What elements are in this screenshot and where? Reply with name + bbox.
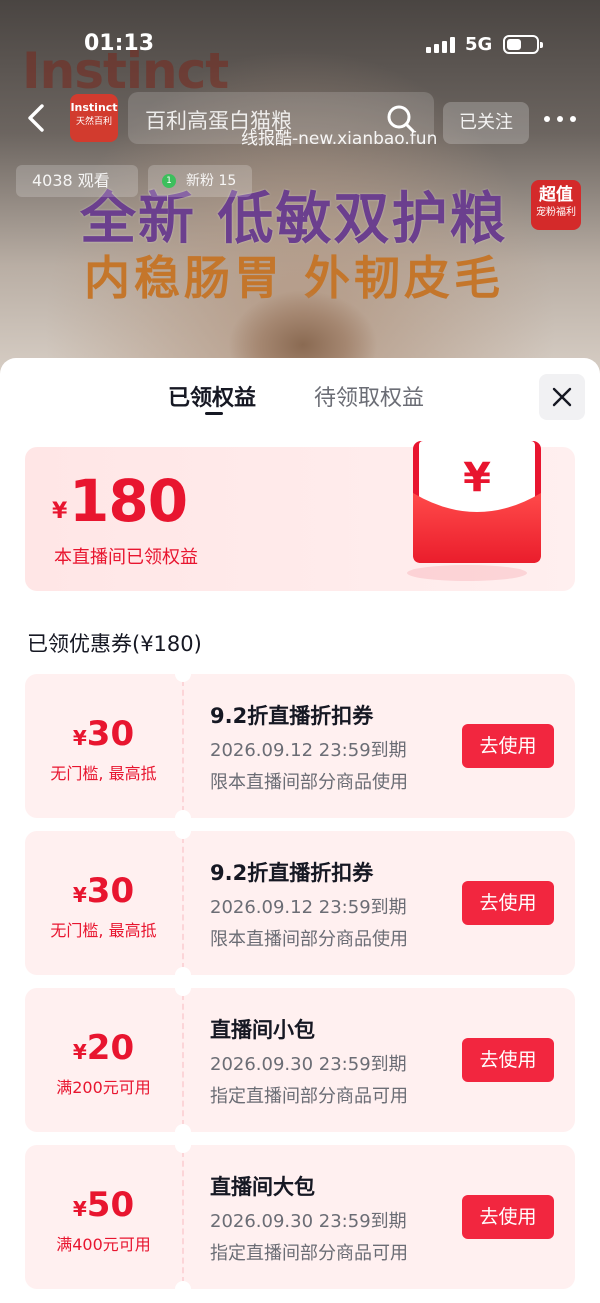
- coupon-condition: 满200元可用: [56, 1078, 151, 1097]
- rank-icon: 1: [162, 174, 176, 188]
- coupon-condition: 无门槛, 最高抵: [50, 921, 157, 940]
- status-time: 01:13: [84, 31, 155, 56]
- shop-avatar[interactable]: Instinct 天然百利: [70, 94, 118, 142]
- value-badge-subtitle: 宠粉福利: [536, 207, 576, 218]
- signal-icon: [426, 37, 456, 53]
- red-packet-symbol: ¥: [463, 455, 491, 501]
- coupon-expiry: 2026.09.12 23:59到期: [210, 740, 407, 761]
- watermark-text: 线报酷-new.xianbao.fun: [241, 129, 438, 149]
- close-icon: [552, 387, 572, 407]
- coupon-currency: ¥: [72, 726, 87, 750]
- coupon-currency: ¥: [72, 883, 87, 907]
- coupon-amount: ¥30: [25, 871, 182, 915]
- coupon-card: ¥20 满200元可用 直播间小包 2026.09.30 23:59到期 指定直…: [25, 988, 575, 1132]
- use-coupon-button[interactable]: 去使用: [462, 1195, 554, 1239]
- coupon-amount-value: 30: [86, 871, 135, 911]
- value-badge-title: 超值: [539, 185, 573, 205]
- coupon-scope: 限本直播间部分商品使用: [210, 929, 408, 950]
- coupon-expiry: 2026.09.30 23:59到期: [210, 1054, 407, 1075]
- coupon-scope: 指定直播间部分商品可用: [210, 1086, 408, 1107]
- summary-caption: 本直播间已领权益: [54, 547, 198, 568]
- coupon-amount: ¥20: [25, 1028, 182, 1072]
- use-coupon-button[interactable]: 去使用: [462, 1038, 554, 1082]
- coupon-currency: ¥: [72, 1040, 87, 1064]
- coupon-expiry: 2026.09.30 23:59到期: [210, 1211, 407, 1232]
- coupon-value-area: ¥20 满200元可用: [25, 988, 182, 1132]
- network-type: 5G: [465, 34, 493, 55]
- coupon-amount: ¥30: [25, 714, 182, 758]
- coupon-title: 直播间大包: [210, 1175, 315, 1199]
- shop-avatar-line1: Instinct: [70, 101, 118, 114]
- coupon-amount: ¥50: [25, 1185, 182, 1229]
- status-bar: 01:13 5G: [0, 0, 600, 88]
- coupon-title: 9.2折直播折扣券: [210, 704, 374, 728]
- summary-amount: 180: [69, 467, 188, 535]
- coupon-value-area: ¥30 无门槛, 最高抵: [25, 674, 182, 818]
- coupon-expiry: 2026.09.12 23:59到期: [210, 897, 407, 918]
- coupon-card: ¥30 无门槛, 最高抵 9.2折直播折扣券 2026.09.12 23:59到…: [25, 674, 575, 818]
- new-fans-badge[interactable]: 1 新粉 15: [148, 165, 252, 197]
- coupon-value-area: ¥50 满400元可用: [25, 1145, 182, 1289]
- tab-pending-benefits[interactable]: 待领取权益: [314, 380, 424, 412]
- coupon-condition: 满400元可用: [56, 1235, 151, 1254]
- coupon-scope: 限本直播间部分商品使用: [210, 772, 408, 793]
- coupon-amount-value: 20: [86, 1028, 135, 1068]
- coupon-divider: [182, 1151, 184, 1283]
- tab-claimed-benefits[interactable]: 已领权益: [168, 380, 256, 412]
- shop-avatar-line2: 天然百利: [75, 117, 112, 127]
- close-button[interactable]: [539, 374, 585, 420]
- summary-currency: ¥: [52, 499, 68, 524]
- coupon-title: 直播间小包: [210, 1018, 315, 1042]
- coupons-section-title: 已领优惠券(¥180): [27, 632, 202, 656]
- tab-active-indicator: [205, 412, 223, 415]
- more-icon[interactable]: [544, 116, 576, 124]
- value-badge: 超值 宠粉福利: [531, 180, 581, 230]
- benefits-summary-card: ¥ 180 本直播间已领权益 ¥: [25, 441, 575, 591]
- coupon-divider: [182, 994, 184, 1126]
- coupon-currency: ¥: [72, 1197, 87, 1221]
- benefits-sheet: 已领权益 待领取权益 ¥ 180 本直播间已领权益 ¥ 已领优惠券(¥180): [0, 358, 600, 1303]
- coupon-condition: 无门槛, 最高抵: [50, 764, 157, 783]
- use-coupon-button[interactable]: 去使用: [462, 881, 554, 925]
- coupon-card: ¥30 无门槛, 最高抵 9.2折直播折扣券 2026.09.12 23:59到…: [25, 831, 575, 975]
- coupon-amount-value: 50: [86, 1185, 135, 1225]
- coupon-divider: [182, 680, 184, 812]
- viewer-count[interactable]: 4038 观看: [16, 165, 138, 197]
- battery-icon: [503, 35, 543, 54]
- back-arrow-icon[interactable]: [20, 100, 56, 136]
- coupon-title: 9.2折直播折扣券: [210, 861, 374, 885]
- coupon-scope: 指定直播间部分商品可用: [210, 1243, 408, 1264]
- coupon-amount-value: 30: [86, 714, 135, 754]
- use-coupon-button[interactable]: 去使用: [462, 724, 554, 768]
- coupon-divider: [182, 837, 184, 969]
- follow-button[interactable]: 已关注: [443, 102, 529, 144]
- coupon-value-area: ¥30 无门槛, 最高抵: [25, 831, 182, 975]
- coupon-card: ¥50 满400元可用 直播间大包 2026.09.30 23:59到期 指定直…: [25, 1145, 575, 1289]
- new-fans-label: 新粉 15: [186, 173, 237, 189]
- red-packet-icon: ¥: [407, 441, 541, 581]
